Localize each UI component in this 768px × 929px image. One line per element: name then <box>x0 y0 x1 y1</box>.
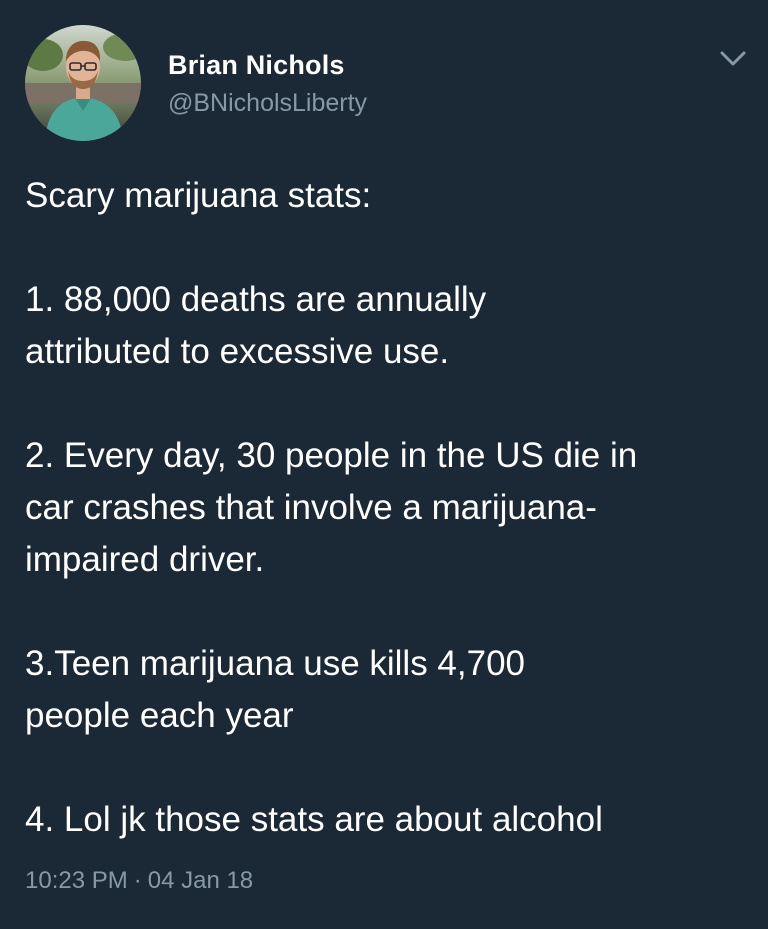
tweet-line: people each year <box>25 696 294 735</box>
chevron-down-icon[interactable] <box>716 46 750 72</box>
tweet-text: Scary marijuana stats: 1. 88,000 deaths … <box>25 170 755 846</box>
tweet-line: 1. 88,000 deaths are annually <box>25 280 487 319</box>
tweet-line: 4. Lol jk those stats are about alcohol <box>25 800 603 839</box>
tweet-line: attributed to excessive use. <box>25 332 450 371</box>
tweet-line: 2. Every day, 30 people in the US die in <box>25 436 638 475</box>
author-handle[interactable]: @BNicholsLiberty <box>168 89 367 118</box>
author-display-name[interactable]: Brian Nichols <box>168 50 345 81</box>
timestamp-separator: · <box>133 867 142 894</box>
tweet-card: Brian Nichols @BNicholsLiberty Scary mar… <box>0 0 768 929</box>
tweet-line: 3.Teen marijuana use kills 4,700 <box>25 644 526 683</box>
avatar-photo <box>25 25 141 141</box>
tweet-timestamp[interactable]: 10:23 PM · 04 Jan 18 <box>25 867 253 895</box>
tweet-date: 04 Jan 18 <box>147 867 254 894</box>
tweet-line: car crashes that involve a marijuana- <box>25 488 597 527</box>
avatar[interactable] <box>25 25 141 141</box>
tweet-time: 10:23 PM <box>25 867 128 894</box>
tweet-line: Scary marijuana stats: <box>25 176 372 215</box>
tweet-line: impaired driver. <box>25 540 265 579</box>
